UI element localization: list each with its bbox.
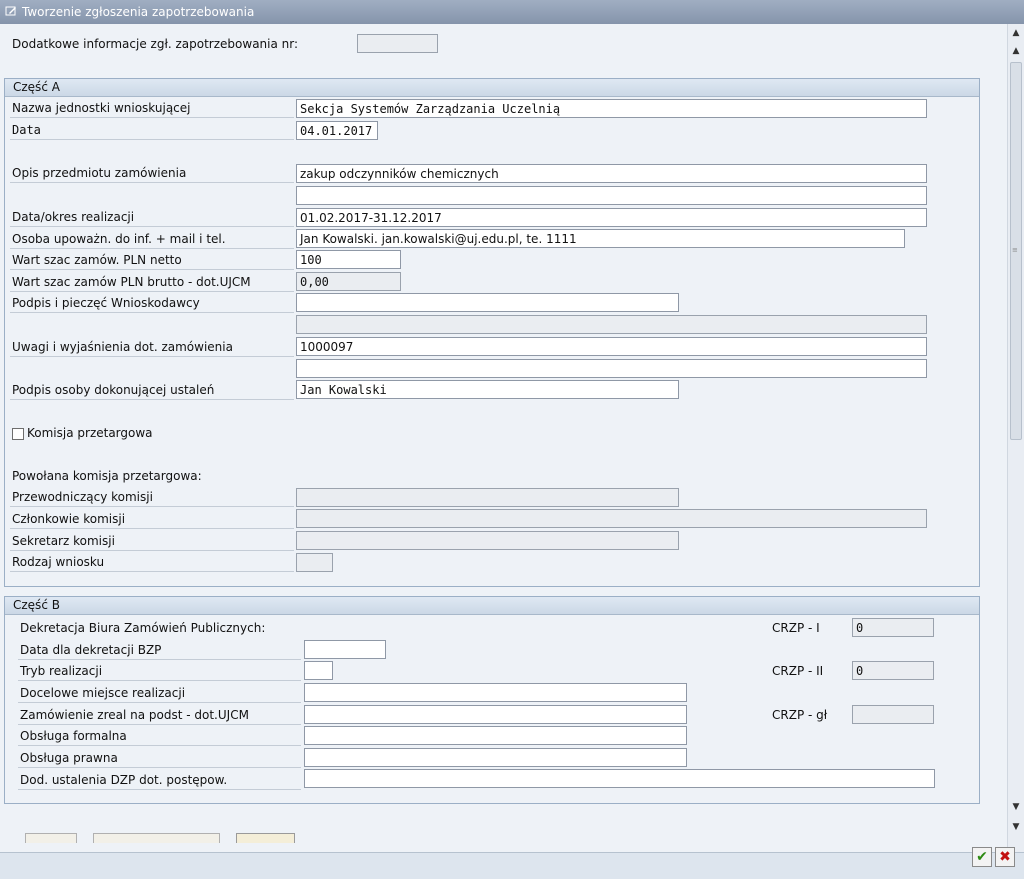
period-label: Data/okres realizacji (12, 210, 135, 224)
window-title-bar: Tworzenie zgłoszenia zapotrzebowania (0, 0, 1024, 24)
part-a-header: Część A (5, 79, 979, 97)
remarks-field[interactable]: 1000097 (296, 337, 927, 356)
additional-info-field[interactable] (357, 34, 438, 53)
approver-label: Podpis osoby dokonującej ustaleń (12, 383, 215, 397)
signature-label: Podpis i pieczęć Wnioskodawcy (12, 296, 200, 310)
decree-date-label: Data dla dekretacji BZP (20, 643, 162, 657)
net-value-label: Wart szac zamów. PLN netto (12, 253, 182, 267)
legal-field[interactable] (304, 748, 687, 767)
chair-label: Przewodniczący komisji (12, 490, 153, 504)
date-label: Data (12, 123, 41, 137)
grip-icon: ≡ (1012, 246, 1018, 254)
bottom-button-2[interactable] (93, 833, 220, 843)
target-label: Docelowe miejsce realizacji (20, 686, 186, 700)
decree-label: Dekretacja Biura Zamówień Publicznych: (20, 621, 266, 635)
request-type-label: Rodzaj wniosku (12, 555, 105, 569)
bottom-button-3[interactable] (236, 833, 295, 843)
contact-label: Osoba upoważn. do inf. + mail i tel. (12, 232, 226, 246)
gross-value-label: Wart szac zamów PLN brutto - dot.UJCM (12, 275, 251, 289)
legal-label: Obsługa prawna (20, 751, 118, 765)
crzp-main-label: CRZP - gł (772, 708, 828, 722)
form-content: Dodatkowe informacje zgł. zapotrzebowani… (0, 24, 1007, 852)
subject-field[interactable]: zakup odczynników chemicznych (296, 164, 927, 183)
cross-icon[interactable]: ✖ (995, 847, 1015, 867)
crzp-2-label: CRZP - II (772, 664, 824, 678)
crzp-main-field[interactable] (852, 705, 934, 724)
formal-label: Obsługa formalna (20, 729, 127, 743)
decree-date-field[interactable] (304, 640, 386, 659)
unit-name-field[interactable]: Sekcja Systemów Zarządzania Uczelnią (296, 99, 927, 118)
mode-label: Tryb realizacji (20, 664, 103, 678)
secretary-field[interactable] (296, 531, 679, 550)
crzp-1-field[interactable]: 0 (852, 618, 934, 637)
crzp-1-label: CRZP - I (772, 621, 820, 635)
approver-field[interactable]: Jan Kowalski (296, 380, 679, 399)
secretary-label: Sekretarz komisji (12, 534, 115, 548)
unit-name-label: Nazwa jednostki wnioskującej (12, 101, 191, 115)
window-title: Tworzenie zgłoszenia zapotrzebowania (22, 5, 255, 19)
remarks-field-line2[interactable] (296, 359, 927, 378)
signature-field-line2[interactable] (296, 315, 927, 334)
members-field[interactable] (296, 509, 927, 528)
date-field[interactable]: 04.01.2017 (296, 121, 378, 140)
chair-field[interactable] (296, 488, 679, 507)
net-value-field[interactable]: 100 (296, 250, 401, 269)
dzp-field[interactable] (304, 769, 935, 788)
order-label: Zamówienie zreal na podst - dot.UJCM (20, 708, 249, 722)
contact-field[interactable]: Jan Kowalski. jan.kowalski@uj.edu.pl, te… (296, 229, 905, 248)
commission-checkbox-label: Komisja przetargowa (27, 426, 153, 440)
scroll-down-icon[interactable]: ▼ (1010, 800, 1022, 814)
scroll-down-icon-2[interactable]: ▼ (1010, 820, 1022, 834)
formal-field[interactable] (304, 726, 687, 745)
additional-info-label: Dodatkowe informacje zgł. zapotrzebowani… (12, 37, 299, 51)
target-field[interactable] (304, 683, 687, 702)
period-field[interactable]: 01.02.2017-31.12.2017 (296, 208, 927, 227)
subject-field-line2[interactable] (296, 186, 927, 205)
commission-heading: Powołana komisja przetargowa: (12, 469, 202, 483)
footer-bar (0, 852, 1024, 879)
gross-value-field[interactable]: 0,00 (296, 272, 401, 291)
members-label: Członkowie komisji (12, 512, 126, 526)
dzp-label: Dod. ustalenia DZP dot. postępow. (20, 773, 228, 787)
subject-label: Opis przedmiotu zamówienia (12, 166, 187, 180)
signature-field[interactable] (296, 293, 679, 312)
part-b-header: Część B (5, 597, 979, 615)
edit-form-icon (5, 6, 16, 16)
bottom-button-1[interactable] (25, 833, 77, 843)
order-field[interactable] (304, 705, 687, 724)
scroll-up-icon-2[interactable]: ▲ (1010, 44, 1022, 58)
vertical-scrollbar[interactable]: ▲ ▲ ≡ ▼ ▼ (1007, 24, 1024, 852)
crzp-2-field[interactable]: 0 (852, 661, 934, 680)
remarks-label: Uwagi i wyjaśnienia dot. zamówienia (12, 340, 233, 354)
checkmark-icon[interactable]: ✔ (972, 847, 992, 867)
mode-field[interactable] (304, 661, 333, 680)
request-type-field[interactable] (296, 553, 333, 572)
scroll-up-icon[interactable]: ▲ (1010, 26, 1022, 40)
commission-checkbox[interactable] (12, 428, 24, 440)
